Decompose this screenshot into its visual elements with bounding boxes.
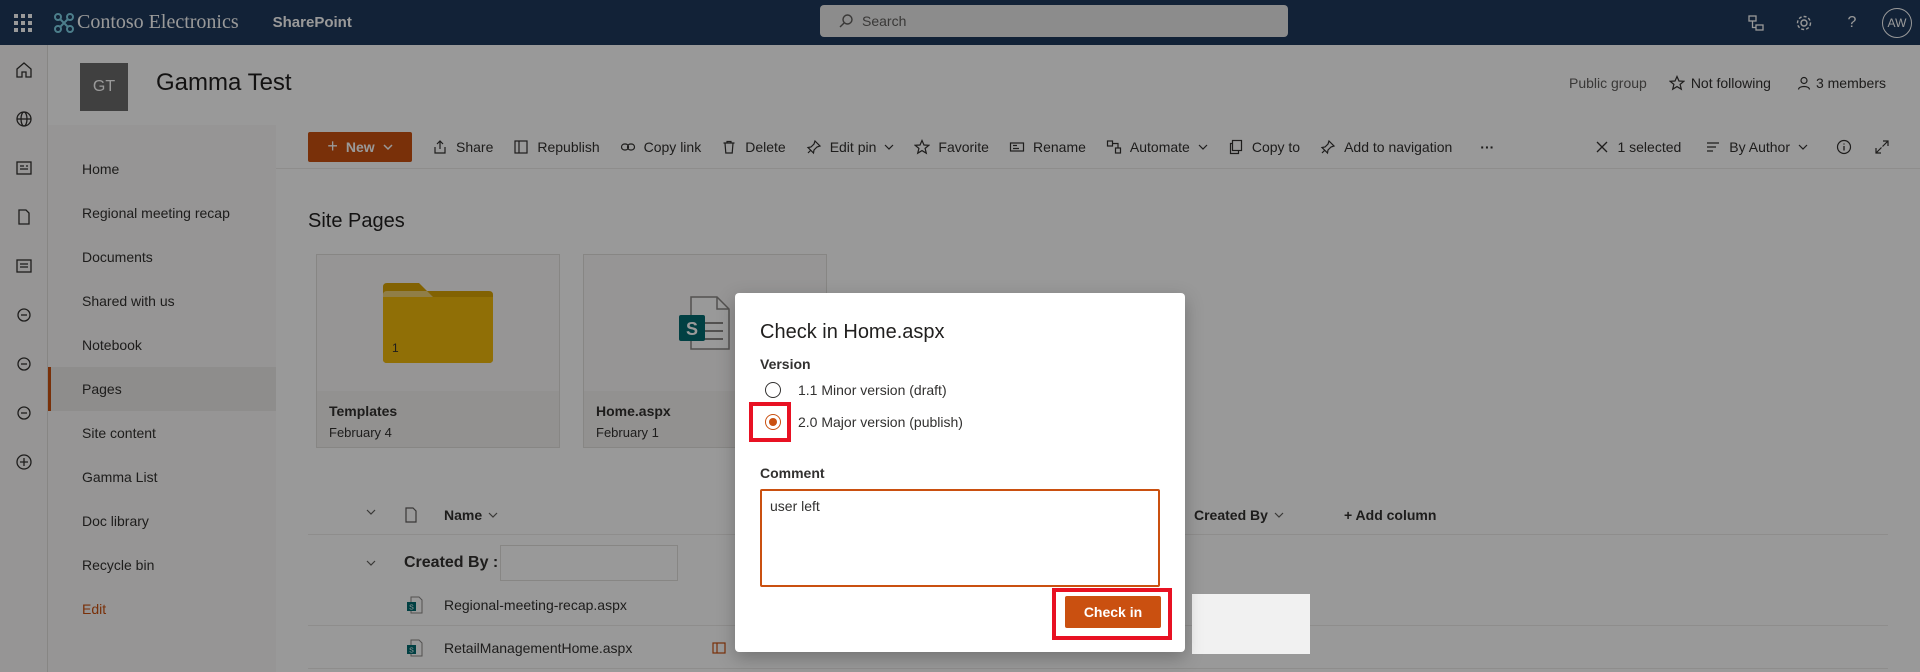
major-version-option[interactable]: 2.0 Major version (publish) bbox=[765, 414, 963, 430]
minor-version-label: 1.1 Minor version (draft) bbox=[798, 382, 947, 398]
major-version-label: 2.0 Major version (publish) bbox=[798, 414, 963, 430]
radio-highlight-box bbox=[749, 402, 791, 442]
minor-version-option[interactable]: 1.1 Minor version (draft) bbox=[765, 382, 947, 398]
check-in-dialog: Check in Home.aspx Version 1.1 Minor ver… bbox=[735, 293, 1185, 652]
version-label: Version bbox=[760, 356, 811, 372]
redacted-area bbox=[1192, 594, 1310, 654]
button-highlight-box bbox=[1052, 588, 1172, 640]
minor-version-radio[interactable] bbox=[765, 382, 781, 398]
dialog-title: Check in Home.aspx bbox=[760, 321, 945, 343]
comment-label: Comment bbox=[760, 465, 825, 481]
comment-textarea[interactable]: user left bbox=[760, 489, 1160, 587]
